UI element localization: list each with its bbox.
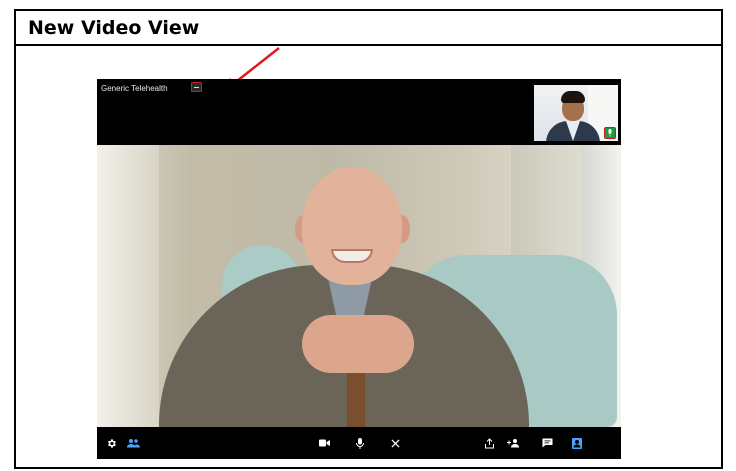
people-icon [126, 439, 140, 448]
settings-button[interactable] [101, 427, 121, 459]
mic-icon [608, 129, 612, 137]
scene-person-hands [302, 315, 414, 373]
self-view-mic-button[interactable] [604, 127, 616, 139]
self-view-tile[interactable] [534, 85, 618, 141]
camera-icon [318, 439, 330, 447]
scene-person-head [302, 167, 402, 285]
video-topbar: Generic Telehealth [97, 79, 621, 145]
share-icon [484, 437, 494, 448]
share-button[interactable] [479, 427, 499, 459]
call-toolbar [97, 427, 621, 459]
minimize-icon [194, 86, 199, 88]
profile-button[interactable] [567, 427, 587, 459]
chat-icon [542, 438, 552, 448]
gear-icon [107, 438, 116, 448]
microphone-button[interactable] [350, 427, 370, 459]
close-icon [390, 438, 400, 448]
end-call-button[interactable] [385, 427, 405, 459]
minimize-button[interactable] [191, 82, 202, 92]
scene-window-light [97, 145, 159, 427]
mic-icon [356, 437, 364, 449]
contact-icon [572, 437, 582, 449]
scene-cane [347, 365, 365, 427]
frame-title: New Video View [28, 16, 200, 39]
frame-header: New Video View [16, 11, 721, 46]
chat-button[interactable] [537, 427, 557, 459]
add-person-icon [506, 439, 519, 448]
add-participant-button[interactable] [503, 427, 523, 459]
video-call-window: Generic Telehealth [97, 79, 621, 459]
participants-button[interactable] [123, 427, 143, 459]
app-title: Generic Telehealth [101, 84, 168, 93]
self-view-person-hair [561, 91, 585, 103]
camera-button[interactable] [314, 427, 334, 459]
remote-participant-video [97, 145, 621, 427]
